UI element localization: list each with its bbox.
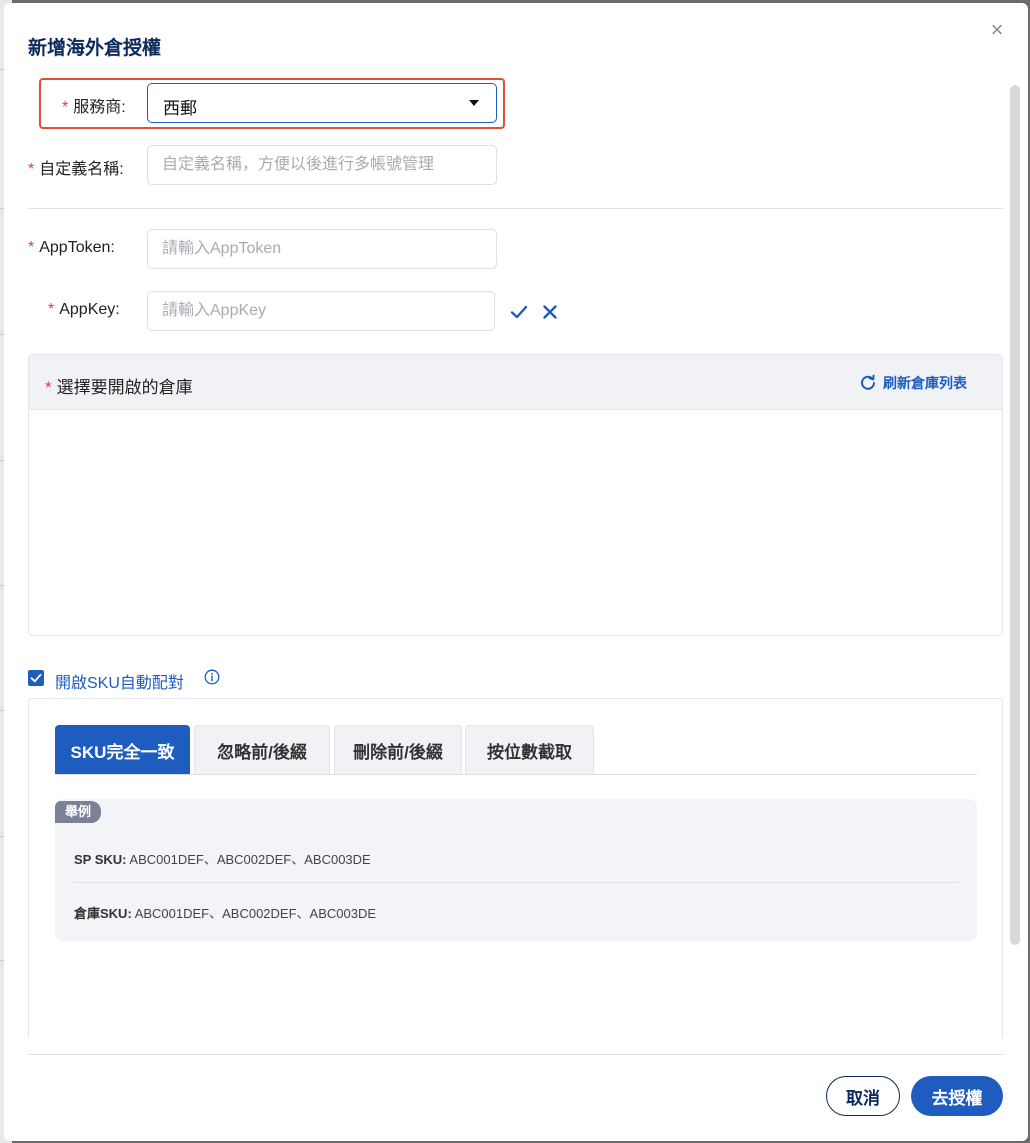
app-key-label-text: AppKey: — [59, 301, 120, 318]
sp-sku-example: SP SKU: ABC001DEF、ABC002DEF、ABC003DE — [74, 849, 371, 868]
custom-name-label: * 自定義名稱: — [28, 155, 124, 179]
refresh-warehouse-label: 刷新倉庫列表 — [883, 375, 967, 391]
refresh-icon — [861, 374, 875, 390]
app-key-label: * AppKey: — [48, 301, 120, 319]
tab-ignore-affix[interactable]: 忽略前/後綴 — [194, 725, 330, 774]
sp-sku-value: ABC001DEF、ABC002DEF、ABC003DE — [129, 852, 371, 867]
close-icon[interactable]: × — [988, 19, 1006, 41]
check-icon[interactable] — [510, 303, 528, 321]
authorize-button[interactable]: 去授權 — [911, 1076, 1003, 1116]
sku-match-panel: SKU完全一致 忽略前/後綴 刪除前/後綴 按位數截取 舉例 SP SKU: A… — [28, 698, 1003, 1038]
app-token-label-text: AppToken: — [39, 239, 115, 256]
tabs-underline — [55, 774, 977, 775]
provider-select-value: 西郵 — [163, 99, 197, 118]
custom-name-label-text: 自定義名稱: — [39, 161, 124, 178]
warehouse-sku-example: 倉庫SKU: ABC001DEF、ABC002DEF、ABC003DE — [74, 903, 376, 922]
example-box: 舉例 SP SKU: ABC001DEF、ABC002DEF、ABC003DE … — [55, 799, 977, 941]
tab-truncate-digits[interactable]: 按位數截取 — [465, 725, 594, 774]
warehouse-title-text: 選擇要開啟的倉庫 — [56, 378, 193, 397]
sku-auto-match-checkbox[interactable] — [28, 670, 44, 686]
required-mark: * — [28, 239, 35, 256]
provider-label-text: 服務商: — [73, 99, 126, 116]
refresh-warehouse-button[interactable]: 刷新倉庫列表 — [859, 373, 967, 393]
app-token-input[interactable] — [147, 229, 497, 269]
dialog-scrollbar[interactable] — [1010, 85, 1020, 945]
required-mark: * — [28, 161, 35, 178]
provider-select[interactable]: 西郵 — [147, 83, 497, 123]
sku-auto-match-label[interactable]: 開啟SKU自動配對 — [55, 669, 184, 693]
sp-sku-label: SP SKU: — [74, 852, 127, 867]
warehouse-panel-title: * 選擇要開啟的倉庫 — [45, 373, 193, 398]
footer-divider — [28, 1054, 1003, 1055]
app-token-label: * AppToken: — [28, 239, 115, 257]
warehouse-sku-label: 倉庫SKU: — [74, 906, 132, 921]
required-mark: * — [48, 301, 55, 318]
warehouse-panel-header: * 選擇要開啟的倉庫 刷新倉庫列表 — [29, 355, 1002, 410]
required-mark: * — [45, 378, 52, 397]
example-divider — [74, 882, 958, 883]
cancel-button[interactable]: 取消 — [826, 1076, 900, 1116]
caret-down-icon — [469, 100, 479, 106]
warehouse-sku-value: ABC001DEF、ABC002DEF、ABC003DE — [134, 906, 377, 921]
authorization-dialog: 新增海外倉授權 × *服務商: 西郵 *自定義名稱: *AppToken: *A… — [4, 3, 1028, 1141]
warehouse-panel: * 選擇要開啟的倉庫 刷新倉庫列表 — [28, 354, 1003, 636]
example-badge: 舉例 — [55, 801, 102, 823]
info-icon[interactable] — [204, 669, 220, 685]
tab-sku-exact[interactable]: SKU完全一致 — [55, 725, 190, 774]
required-mark: * — [62, 99, 69, 116]
custom-name-input[interactable] — [147, 145, 497, 185]
section-divider — [28, 208, 1003, 209]
provider-label: * 服務商: — [62, 93, 126, 117]
app-key-input[interactable] — [147, 291, 495, 331]
cancel-x-icon[interactable] — [541, 303, 559, 321]
checkmark-icon — [30, 673, 42, 683]
dialog-title: 新增海外倉授權 — [28, 38, 162, 59]
tab-remove-affix[interactable]: 刪除前/後綴 — [334, 725, 462, 774]
